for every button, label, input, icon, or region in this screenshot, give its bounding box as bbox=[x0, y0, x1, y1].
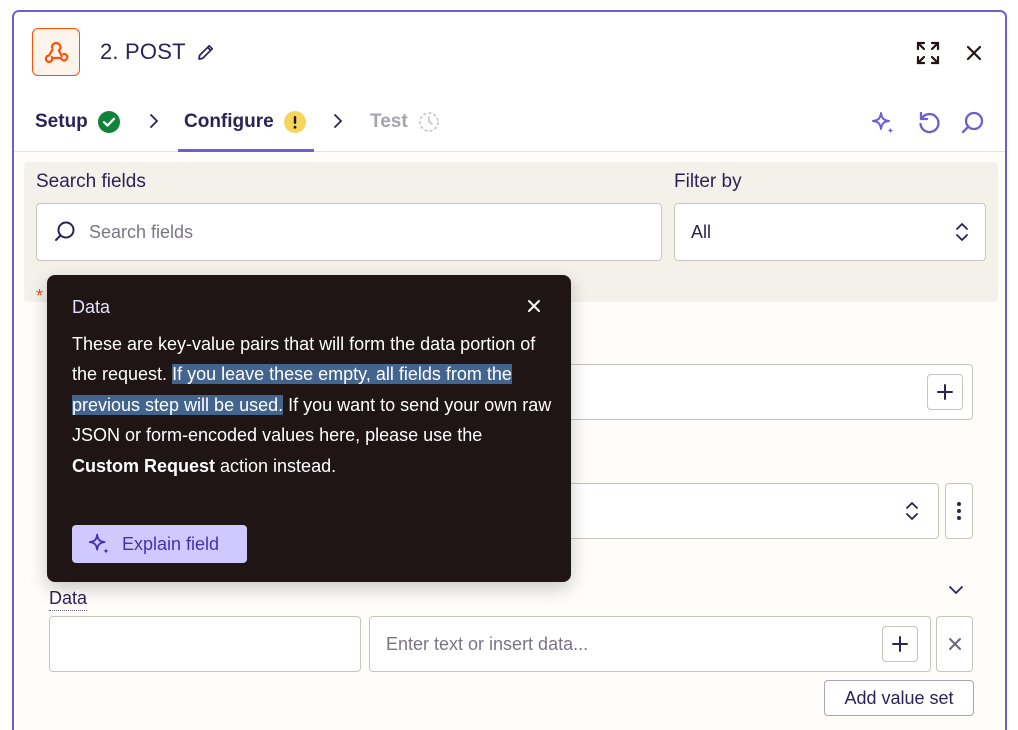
insert-data-button[interactable] bbox=[927, 374, 963, 410]
sparkle-icon bbox=[872, 112, 894, 134]
filter-select[interactable]: All bbox=[674, 203, 986, 261]
insert-data-button[interactable] bbox=[882, 626, 918, 662]
tab-setup-label: Setup bbox=[35, 111, 88, 132]
tooltip-close-button[interactable] bbox=[523, 295, 545, 317]
expand-icon bbox=[916, 41, 940, 65]
webhook-icon bbox=[44, 41, 69, 63]
payload-type-select[interactable] bbox=[564, 483, 939, 539]
add-value-set-button[interactable]: Add value set bbox=[824, 680, 974, 716]
tooltip-description: These are key-value pairs that will form… bbox=[72, 329, 552, 481]
more-options-button[interactable] bbox=[945, 483, 973, 539]
tab-setup[interactable]: Setup bbox=[35, 92, 120, 152]
timer-icon bbox=[418, 112, 439, 132]
search-input[interactable] bbox=[89, 221, 609, 243]
filter-selected-value: All bbox=[691, 221, 712, 242]
webhook-app-icon bbox=[32, 28, 80, 76]
ai-sparkle-button[interactable] bbox=[868, 108, 898, 138]
chevron-right-icon bbox=[331, 111, 345, 131]
undo-icon bbox=[919, 111, 940, 134]
search-icon bbox=[55, 221, 75, 241]
explain-field-label: Explain field bbox=[122, 533, 220, 554]
search-input-wrapper bbox=[36, 203, 662, 261]
plus-icon bbox=[937, 384, 953, 400]
chevron-up-down-icon bbox=[956, 223, 968, 241]
edit-title-icon[interactable] bbox=[196, 42, 216, 62]
explain-field-button[interactable]: Explain field bbox=[72, 525, 247, 563]
tooltip-text-3: action instead. bbox=[215, 455, 337, 476]
search-fields-label: Search fields bbox=[36, 171, 146, 192]
step-title: 2. POST bbox=[100, 39, 186, 64]
chevron-down-icon bbox=[949, 586, 963, 594]
plus-icon bbox=[892, 636, 908, 652]
data-value-placeholder: Enter text or insert data... bbox=[386, 633, 589, 654]
check-circle-icon bbox=[97, 111, 120, 133]
warning-circle-icon bbox=[283, 111, 306, 133]
chevron-up-down-icon bbox=[906, 502, 918, 520]
sparkle-icon bbox=[88, 533, 109, 554]
expand-button[interactable] bbox=[914, 39, 942, 67]
panel-header: 2. POST bbox=[14, 12, 1005, 92]
close-panel-button[interactable] bbox=[960, 39, 988, 67]
tooltip-title: Data bbox=[72, 297, 111, 317]
tab-configure-label: Configure bbox=[184, 111, 274, 132]
tab-configure[interactable]: Configure bbox=[178, 92, 314, 152]
search-toggle-button[interactable] bbox=[958, 108, 988, 138]
chevron-right-icon bbox=[147, 111, 161, 131]
search-icon bbox=[961, 111, 984, 134]
data-value-input[interactable]: Enter text or insert data... bbox=[369, 616, 931, 672]
step-tabs: Setup Configure Test bbox=[14, 92, 1005, 152]
close-icon bbox=[966, 45, 982, 61]
tab-test[interactable]: Test bbox=[370, 92, 440, 152]
close-icon bbox=[948, 638, 961, 650]
data-key-input[interactable] bbox=[49, 616, 361, 672]
required-asterisk: * bbox=[36, 286, 44, 306]
field-help-tooltip: Data These are key-value pairs that will… bbox=[47, 275, 571, 582]
filter-by-label: Filter by bbox=[674, 171, 742, 192]
kebab-menu-icon bbox=[957, 502, 961, 520]
tooltip-text-bold: Custom Request bbox=[72, 455, 216, 476]
collapse-toggle[interactable] bbox=[946, 582, 966, 598]
refresh-button[interactable] bbox=[914, 108, 944, 138]
tab-test-label: Test bbox=[370, 111, 408, 132]
url-field[interactable] bbox=[564, 364, 973, 420]
close-icon bbox=[528, 300, 540, 312]
remove-row-button[interactable] bbox=[936, 616, 973, 672]
data-field-label[interactable]: Data bbox=[49, 588, 88, 611]
